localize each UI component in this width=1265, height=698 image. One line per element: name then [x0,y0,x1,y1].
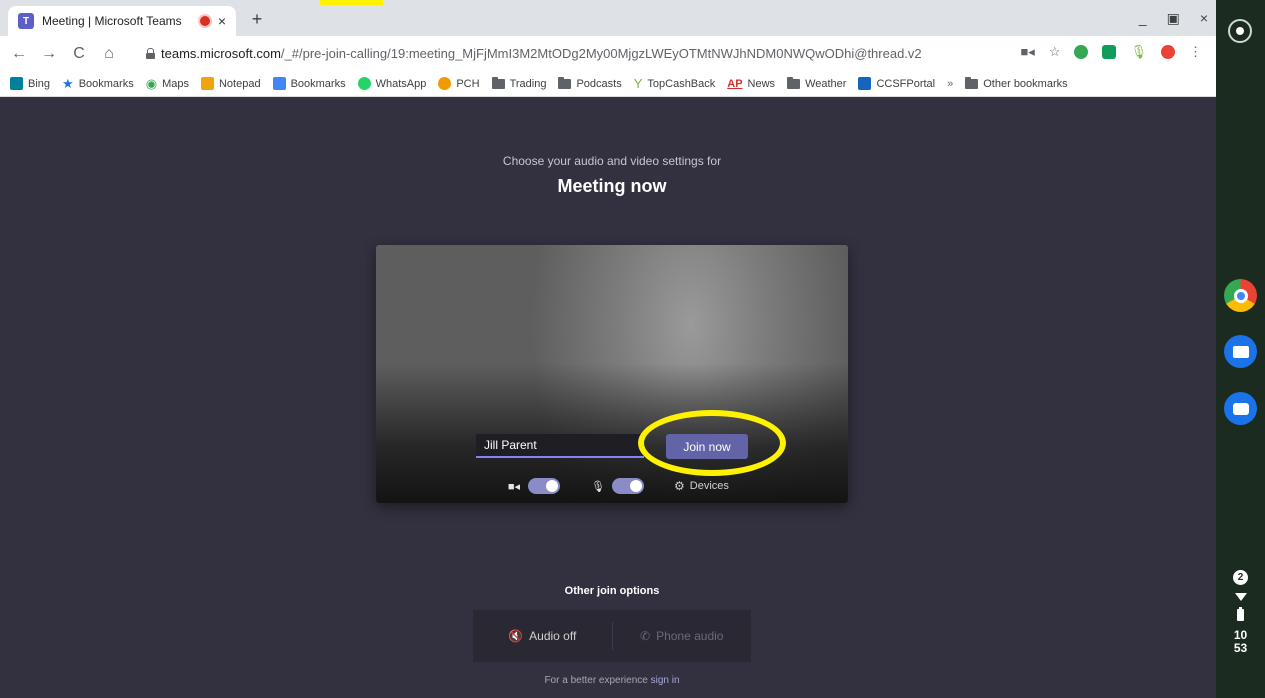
maps-pin-icon: ◉ [145,75,158,91]
other-bookmarks-folder[interactable]: Other bookmarks [965,76,1068,90]
extension-mic-icon[interactable]: 🎙 [1130,44,1147,60]
chrome-app-icon[interactable] [1224,279,1257,312]
bookmark-item[interactable]: PCH [438,77,480,90]
browser-tab[interactable]: T Meeting | Microsoft Teams × [8,6,236,36]
pch-icon [438,77,452,90]
extension-robot-icon[interactable] [1102,45,1117,59]
url-path: /_#/pre-join-calling/19:meeting_MjFjMmI3… [280,45,922,61]
bookmark-item[interactable]: Notepad [200,77,261,90]
devices-label: Devices [689,480,729,492]
reload-button[interactable]: C [68,45,90,63]
bookmark-item[interactable]: ◉ Maps [146,76,189,92]
devices-button[interactable]: ⚙ Devices [674,479,729,493]
ap-news-icon: AP [727,77,743,90]
star-icon: ★ [62,75,74,91]
sf-icon [858,77,872,90]
bookmark-item[interactable]: Bookmarks [272,77,346,90]
teams-logo-icon: T [18,13,34,29]
camera-toggle[interactable] [528,478,560,494]
battery-icon [1237,607,1244,621]
files-app-icon[interactable] [1224,335,1257,368]
address-bar[interactable]: teams.microsoft.com/_#/pre-join-calling/… [146,41,946,65]
other-join-options: 🔇 Audio off ✆ Phone audio [473,610,751,662]
video-preview: Join now ■◂ 🎙 ⚙ Devices [376,245,848,503]
url-host: teams.microsoft.com [161,45,281,61]
clock: 10 53 [1234,629,1247,655]
camera-icon: ■◂ [507,480,521,493]
minimize-button[interactable]: _ [1139,10,1147,27]
bookmark-star-icon[interactable]: ☆ [1049,44,1061,60]
back-button[interactable]: ← [8,45,30,63]
microphone-icon: 🎙 [591,480,605,493]
bookmarks-doc-icon [272,77,286,90]
tab-title: Meeting | Microsoft Teams [42,14,182,28]
bookmarks-bar: Bing ★ Bookmarks ◉ Maps Notepad Bookmarks … [0,71,1216,97]
extension-icons: ■◂ ☆ 🎙 ⋮ [1020,44,1202,60]
extension-green-icon[interactable] [1074,45,1089,59]
other-join-options-label: Other join options [564,585,660,597]
sign-in-link[interactable]: sign in [651,675,680,686]
bookmark-item[interactable]: Bing [10,77,50,90]
phone-icon: ✆ [640,629,651,643]
screen: T Meeting | Microsoft Teams × + _ ▣ × ← … [0,0,1265,698]
status-tray[interactable]: 2 10 53 [1216,570,1265,655]
microphone-toggle[interactable] [612,478,644,494]
display-name-input[interactable] [476,434,644,458]
speaker-off-icon: 🔇 [508,629,524,643]
bookmark-item[interactable]: Y TopCashBack [634,76,716,91]
messages-app-icon[interactable] [1224,392,1257,425]
launcher-icon[interactable] [1228,19,1252,43]
wifi-icon [1234,593,1247,601]
notepad-icon [200,77,214,90]
forward-button[interactable]: → [38,45,60,63]
folder-icon [558,76,572,89]
chromeos-shelf: 2 10 53 [1216,0,1265,698]
browser-menu-icon[interactable]: ⋮ [1189,44,1202,60]
bookmark-folder[interactable]: Podcasts [558,76,622,90]
gear-icon: ⚙ [674,479,685,493]
phone-audio-option[interactable]: ✆ Phone audio [613,629,752,643]
camera-indicator-icon[interactable]: ■◂ [1020,44,1034,60]
lock-icon [146,47,155,59]
notification-count-badge: 2 [1233,570,1248,585]
folder-icon [491,76,505,89]
teams-prejoin-page: Choose your audio and video settings for… [0,97,1216,698]
audio-off-option[interactable]: 🔇 Audio off [473,622,613,650]
close-window-button[interactable]: × [1200,10,1208,27]
browser-tab-strip: T Meeting | Microsoft Teams × + _ ▣ × [0,0,1216,36]
bing-icon [10,77,23,90]
sign-in-prompt: For a better experience sign in [0,675,1224,686]
browser-toolbar: ← → C ⌂ teams.microsoft.com/_#/pre-join-… [0,36,1216,71]
whatsapp-icon [357,77,371,90]
home-button[interactable]: ⌂ [98,45,120,63]
join-now-button[interactable]: Join now [666,434,748,459]
tab-close-icon[interactable]: × [218,13,226,29]
bookmark-item[interactable]: CCSFPortal [858,77,935,90]
clock-minute: 53 [1233,641,1248,655]
folder-icon [787,76,801,89]
recording-indicator-icon [199,16,210,26]
restore-button[interactable]: ▣ [1167,10,1180,27]
extension-block-icon[interactable] [1161,45,1175,59]
phone-audio-label: Phone audio [656,629,724,643]
prejoin-subtitle: Choose your audio and video settings for [502,154,722,168]
folder-icon [965,76,979,89]
bookmark-item[interactable]: ★ Bookmarks [62,76,134,92]
window-controls: _ ▣ × [1139,10,1208,27]
meeting-title: Meeting now [557,176,667,196]
audio-off-label: Audio off [529,629,577,643]
footer-text: For a better experience [544,675,648,686]
topcashback-icon: Y [633,76,643,91]
bookmark-item[interactable]: AP News [727,78,775,90]
bookmark-folder[interactable]: Trading [491,76,546,90]
bookmarks-overflow-button[interactable]: » [947,78,953,90]
bookmark-item[interactable]: WhatsApp [357,77,426,90]
bookmark-folder[interactable]: Weather [787,76,846,90]
new-tab-button[interactable]: + [246,9,268,31]
annotation-highlight-bar [320,0,383,5]
av-controls: ■◂ 🎙 ⚙ Devices [506,478,729,494]
